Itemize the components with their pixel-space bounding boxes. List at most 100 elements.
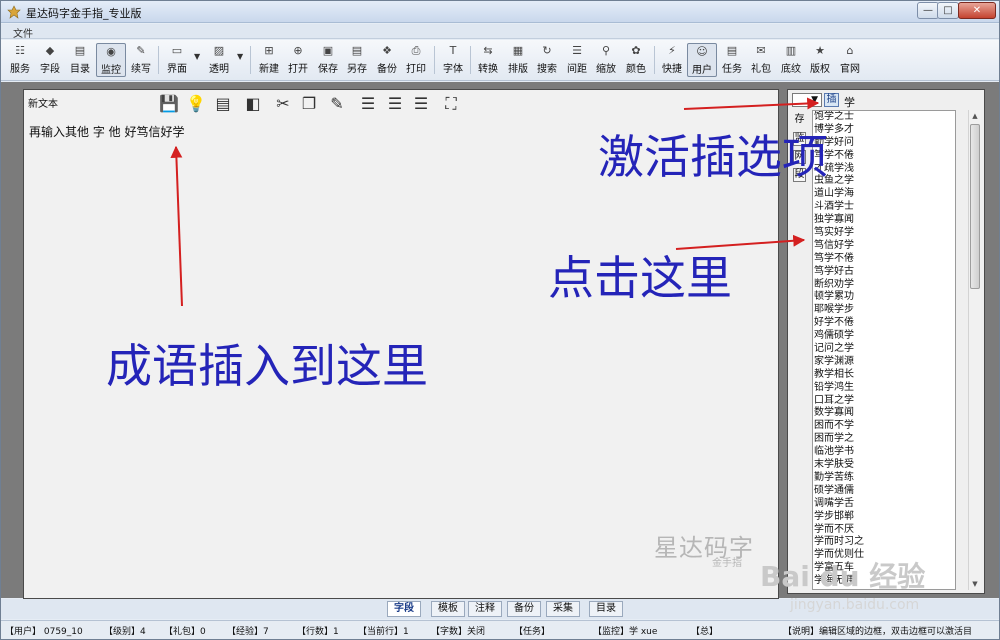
idiom-item[interactable]: 笃学好古 (813, 266, 955, 279)
minimize-button[interactable]: — (917, 2, 939, 19)
idiom-item[interactable]: 好学不倦 (813, 317, 955, 330)
save-as-button[interactable]: ▤ 另存 (343, 43, 371, 77)
char-combo-box[interactable]: ▼ (792, 93, 822, 107)
zoom-button[interactable]: ⚲ 缩放 (592, 43, 620, 77)
idiom-list-scrollbar[interactable]: ▲ ▼ (968, 110, 981, 590)
fullscreen-icon[interactable]: ⛶ (440, 93, 462, 115)
idiom-item[interactable]: 笃信好学 (813, 240, 955, 253)
idiom-item[interactable]: 数学寡闻 (813, 407, 955, 420)
maximize-button[interactable]: □ (937, 2, 959, 19)
idiom-item[interactable]: 口耳之学 (813, 395, 955, 408)
align-left-icon[interactable]: ☰ (357, 93, 379, 115)
idiom-list[interactable]: 饱学之士 博学多才 勤学好问 笃学不倦 才疏学浅 虫鱼之学 道山学海 斗酒学士 独学寡闻 笃实好学… (812, 110, 956, 590)
idiom-item[interactable]: 困而不学 (813, 420, 955, 433)
idiom-item[interactable]: 虫鱼之学 (813, 175, 955, 188)
back-arrow-icon[interactable]: ◧ (242, 93, 264, 115)
tab-collect[interactable]: 采集 (546, 601, 580, 617)
open-button[interactable]: ⊕ 打开 (284, 43, 312, 77)
transparent-dropdown-icon[interactable]: ▼ (237, 52, 243, 61)
idiom-item[interactable]: 笃学不倦 (813, 253, 955, 266)
idiom-item[interactable]: 博学多才 (813, 124, 955, 137)
idiom-item[interactable]: 斗酒学士 (813, 201, 955, 214)
bottom-pattern-button[interactable]: ▥ 底纹 (777, 43, 805, 77)
copyright-button[interactable]: ★ 版权 (806, 43, 834, 77)
spacing-icon: ☰ (572, 44, 582, 57)
scroll-down-icon[interactable]: ▼ (969, 578, 981, 590)
status-hint: 【说明】编辑区域的边框，双击边框可以激活目 (783, 627, 973, 637)
official-site-button[interactable]: ⌂ 官网 (836, 43, 864, 77)
align-center-icon[interactable]: ☰ (384, 93, 406, 115)
baidu-watermark-url: jingyan.baidu.com (790, 597, 920, 613)
tab-backup[interactable]: 备份 (507, 601, 541, 617)
continue-button[interactable]: ✎ 续写 (127, 43, 155, 77)
task-button[interactable]: ▤ 任务 (718, 43, 746, 77)
idiom-item[interactable]: 教学相长 (813, 369, 955, 382)
idiom-item[interactable]: 困而学之 (813, 433, 955, 446)
field-label: 字段 (40, 64, 60, 75)
scroll-up-icon[interactable]: ▲ (969, 110, 981, 122)
service-button[interactable]: ☷ 服务 (6, 43, 34, 77)
insert-toggle-button[interactable]: 插 (824, 93, 839, 107)
font-button[interactable]: T 字体 (439, 43, 467, 77)
interface-dropdown-icon[interactable]: ▼ (194, 52, 200, 61)
idiom-item[interactable]: 才疏学浅 (813, 163, 955, 176)
tab-template[interactable]: 模板 (431, 601, 465, 617)
scissors-icon[interactable]: ✂ (272, 93, 294, 115)
idiom-item[interactable]: 笃实好学 (813, 227, 955, 240)
print-button[interactable]: ⎙ 打印 (402, 43, 430, 77)
new-button[interactable]: ⊞ 新建 (255, 43, 283, 77)
interface-button[interactable]: ▭ 界面 (163, 43, 191, 77)
close-button[interactable]: ✕ (958, 2, 996, 19)
idiom-item[interactable]: 家学渊源 (813, 356, 955, 369)
menu-file[interactable]: 文件 (13, 25, 33, 40)
idiom-item[interactable]: 学而时习之 (813, 536, 955, 549)
shortcut-button[interactable]: ⚡ 快捷 (658, 43, 686, 77)
save-label: 保存 (318, 64, 338, 75)
monitor-button[interactable]: ◉ 监控 (96, 43, 126, 77)
layout-label: 排版 (508, 64, 528, 75)
lightbulb-icon[interactable]: 💡 (185, 93, 207, 115)
gift-button[interactable]: ✉ 礼包 (747, 43, 775, 77)
editor-text[interactable]: 再输入其他 字 他 好笃信好学 (29, 123, 184, 140)
tab-catalog[interactable]: 目录 (589, 601, 623, 617)
idiom-item[interactable]: 饱学之士 (813, 111, 955, 124)
idiom-item[interactable]: 道山学海 (813, 188, 955, 201)
idiom-item[interactable]: 独学寡闻 (813, 214, 955, 227)
catalog-button[interactable]: ▤ 目录 (66, 43, 94, 77)
document-icon[interactable]: ▤ (212, 93, 234, 115)
copy-icon[interactable]: ❐ (298, 93, 320, 115)
backup-label: 备份 (377, 64, 397, 75)
idiom-item[interactable]: 铅学鸿生 (813, 382, 955, 395)
idiom-item[interactable]: 断织劝学 (813, 279, 955, 292)
idiom-item[interactable]: 学步邯郸 (813, 511, 955, 524)
backup-button[interactable]: ❖ 备份 (373, 43, 401, 77)
save-button[interactable]: ▣ 保存 (314, 43, 342, 77)
scroll-thumb[interactable] (970, 124, 980, 289)
spacing-button[interactable]: ☰ 间距 (563, 43, 591, 77)
convert-button[interactable]: ⇆ 转换 (474, 43, 502, 77)
idiom-item[interactable]: 学而不厌 (813, 524, 955, 537)
idiom-item[interactable]: 记问之学 (813, 343, 955, 356)
search-button[interactable]: ↻ 搜索 (533, 43, 561, 77)
tab-field[interactable]: 字段 (387, 601, 421, 617)
idiom-item[interactable]: 硕学通儒 (813, 485, 955, 498)
tab-notes[interactable]: 注释 (468, 601, 502, 617)
align-right-icon[interactable]: ☰ (410, 93, 432, 115)
layout-button[interactable]: ▦ 排版 (504, 43, 532, 77)
idiom-item[interactable]: 调嘴学舌 (813, 498, 955, 511)
floppy-save-icon[interactable]: 💾 (158, 93, 180, 115)
idiom-item[interactable]: 耶喉学步 (813, 304, 955, 317)
idiom-item[interactable]: 鸡儒硕学 (813, 330, 955, 343)
idiom-item[interactable]: 顿学累功 (813, 291, 955, 304)
idiom-item[interactable]: 笃学不倦 (813, 150, 955, 163)
gift-icon: ✉ (756, 44, 766, 57)
idiom-item[interactable]: 勤学好问 (813, 137, 955, 150)
edit-icon[interactable]: ✎ (326, 93, 348, 115)
idiom-item[interactable]: 临池学书 (813, 446, 955, 459)
idiom-item[interactable]: 末学肤受 (813, 459, 955, 472)
idiom-item[interactable]: 勤学苦练 (813, 472, 955, 485)
color-button[interactable]: ✿ 颜色 (622, 43, 650, 77)
field-button[interactable]: ◆ 字段 (36, 43, 64, 77)
user-button[interactable]: ☺ 用户 (687, 43, 717, 77)
transparent-button[interactable]: ▨ 透明 (205, 43, 233, 77)
